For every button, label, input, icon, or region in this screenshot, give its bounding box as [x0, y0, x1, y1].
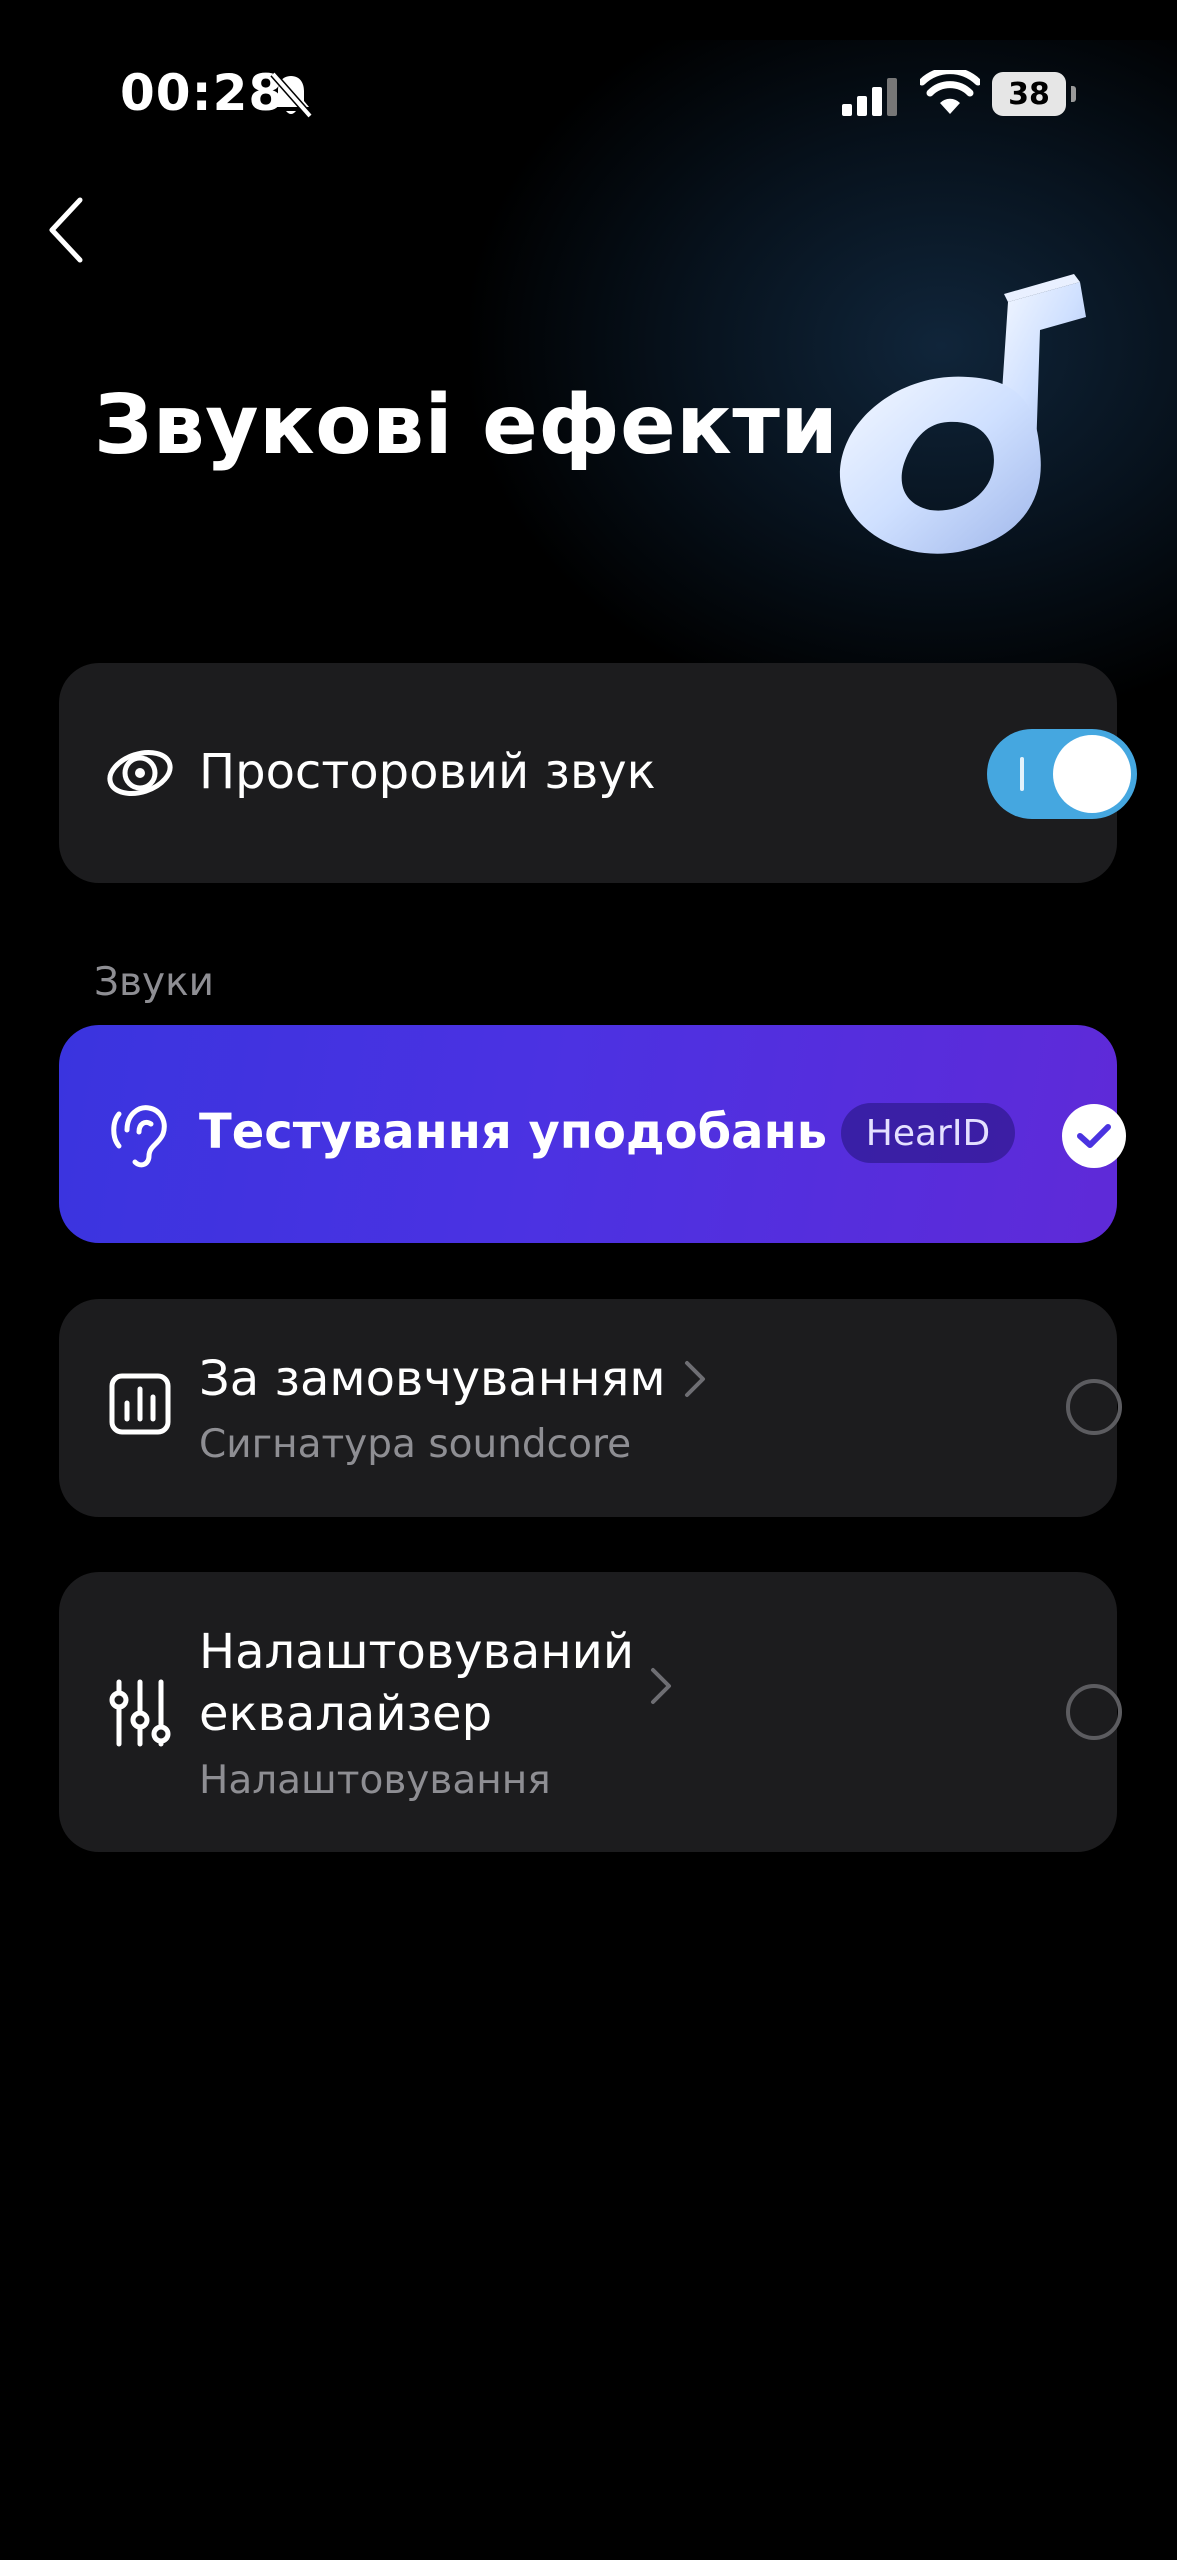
- equalizer-bars-icon: [109, 1373, 171, 1435]
- custom-eq-radio[interactable]: [1066, 1684, 1122, 1740]
- sound-option-custom-eq[interactable]: Налаштовуваний еквалайзер Налаштовування: [59, 1572, 1122, 1852]
- hearid-badge: HearID: [841, 1103, 1015, 1163]
- default-sublabel: Сигнатура soundcore: [199, 1422, 632, 1467]
- spatial-audio-toggle[interactable]: [987, 729, 1137, 819]
- toggle-knob: [1053, 735, 1131, 813]
- custom-eq-label-line2: еквалайзер: [199, 1686, 493, 1742]
- sliders-icon: [109, 1679, 171, 1747]
- battery-icon: 38: [992, 72, 1076, 116]
- spatial-audio-icon: [107, 750, 173, 796]
- spatial-audio-row: Просторовий звук: [59, 663, 1137, 883]
- selected-check-icon: [1062, 1104, 1126, 1168]
- status-time: 00:28: [120, 64, 285, 122]
- battery-level: 38: [992, 72, 1066, 116]
- sound-option-default[interactable]: За замовчуванням Сигнатура soundcore: [59, 1299, 1122, 1517]
- custom-eq-label-line1: Налаштовуваний: [199, 1624, 635, 1680]
- custom-eq-sublabel: Налаштовування: [199, 1758, 551, 1803]
- soundcore-logo-3d: [839, 274, 1086, 554]
- spatial-audio-label: Просторовий звук: [199, 744, 656, 800]
- chevron-right-icon: [651, 1668, 671, 1704]
- wifi-icon: [920, 70, 980, 114]
- default-radio[interactable]: [1066, 1379, 1122, 1435]
- hearid-label: Тестування уподобань: [199, 1104, 828, 1160]
- ear-icon: [111, 1105, 167, 1168]
- chevron-left-icon[interactable]: [44, 192, 94, 268]
- bell-muted-icon: [270, 71, 313, 119]
- page-title: Звукові ефекти: [94, 378, 839, 473]
- cellular-signal-icon: [842, 78, 897, 116]
- section-label-sounds: Звуки: [94, 960, 214, 1005]
- chevron-right-icon: [685, 1361, 705, 1397]
- sound-option-hearid[interactable]: Тестування уподобань HearID: [59, 1025, 1126, 1243]
- default-label: За замовчуванням: [199, 1351, 666, 1407]
